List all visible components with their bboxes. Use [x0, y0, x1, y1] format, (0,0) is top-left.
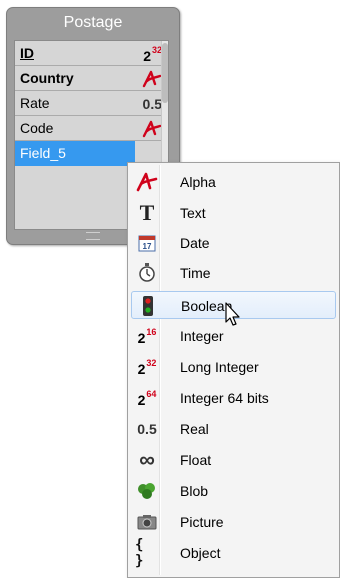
menu-item-long-integer[interactable]: 232 Long Integer — [131, 353, 336, 381]
field-name: Code — [20, 120, 54, 136]
mouse-cursor-icon — [225, 302, 240, 326]
table-title[interactable]: Postage — [7, 8, 179, 38]
resize-handle[interactable] — [86, 232, 100, 240]
field-row-country[interactable]: Country — [15, 66, 168, 91]
camera-icon — [135, 511, 159, 533]
menu-item-real[interactable]: 0.5 Real — [131, 415, 336, 443]
infinity-icon: ∞ — [139, 447, 155, 472]
field-row-field-5[interactable]: Field_5 — [15, 141, 135, 166]
menu-item-text[interactable]: T Text — [131, 199, 336, 227]
menu-item-label: Integer — [180, 328, 224, 344]
menu-item-label: Date — [180, 235, 210, 251]
menu-item-label: Float — [180, 452, 212, 468]
alpha-icon — [142, 119, 162, 139]
alpha-icon — [142, 69, 162, 89]
field-row-id[interactable]: ID 232 — [15, 41, 168, 66]
menu-item-date[interactable]: 17 Date — [131, 229, 336, 257]
integer-icon: 216 — [137, 326, 157, 346]
field-row-rate[interactable]: Rate 0.5 — [15, 91, 168, 116]
traffic-light-icon — [136, 295, 160, 317]
menu-item-label: Alpha — [180, 174, 216, 190]
menu-item-object[interactable]: { } Object — [131, 537, 336, 569]
scrollbar-thumb[interactable] — [162, 43, 168, 103]
menu-item-integer-64[interactable]: 264 Integer 64 bits — [131, 384, 336, 412]
real-icon: 0.5 — [142, 96, 162, 112]
calendar-icon: 17 — [135, 232, 159, 254]
alpha-icon — [135, 171, 159, 193]
text-icon: T — [139, 200, 155, 225]
menu-item-label: Object — [180, 545, 221, 561]
svg-text:17: 17 — [143, 242, 152, 251]
long-integer-icon: 232 — [137, 357, 157, 377]
integer64-icon: 264 — [137, 388, 157, 408]
field-name: Rate — [20, 95, 50, 111]
menu-item-float[interactable]: ∞ Float — [131, 446, 336, 474]
menu-item-label: Integer 64 bits — [180, 390, 269, 406]
braces-icon: { } — [135, 537, 144, 569]
field-name: Country — [20, 70, 74, 86]
field-name: ID — [20, 45, 34, 61]
field-row-code[interactable]: Code — [15, 116, 168, 141]
menu-item-picture[interactable]: Picture — [131, 508, 336, 536]
menu-item-label: Long Integer — [180, 359, 259, 375]
menu-item-alpha[interactable]: Alpha — [131, 168, 336, 196]
real-icon: 0.5 — [137, 421, 157, 437]
menu-item-time[interactable]: Time — [131, 259, 336, 287]
long-integer-icon: 232 — [143, 44, 162, 64]
menu-item-label: Real — [180, 421, 209, 437]
field-name: Field_5 — [20, 145, 66, 161]
menu-item-label: Blob — [180, 483, 209, 499]
menu-item-label: Picture — [180, 514, 224, 530]
menu-item-label: Time — [180, 265, 211, 281]
menu-item-label: Text — [180, 205, 206, 221]
menu-item-blob[interactable]: Blob — [131, 477, 336, 505]
stopwatch-icon — [135, 262, 159, 284]
field-type-menu: Alpha T Text 17 Date Time Boolean 216 In… — [127, 162, 340, 578]
blob-icon — [135, 480, 159, 502]
